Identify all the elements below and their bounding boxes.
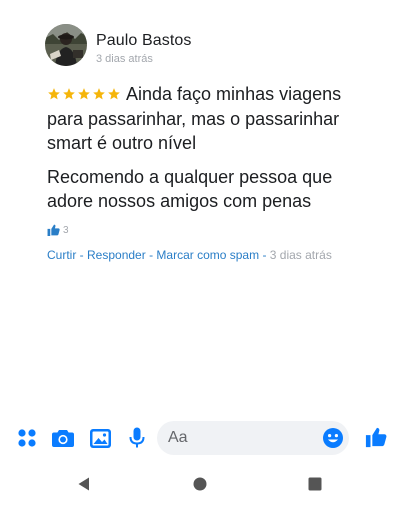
- star-icon: [78, 88, 90, 100]
- gallery-icon[interactable]: [89, 427, 111, 449]
- like-count[interactable]: 3: [47, 224, 69, 236]
- reply-link[interactable]: Responder: [87, 248, 146, 262]
- review-text: Ainda faço minhas viagens para passarinh…: [47, 82, 367, 155]
- review-text-paragraph2: Recomendo a qualquer pessoa que adore no…: [47, 167, 333, 211]
- review-timestamp: 3 dias atrás: [96, 53, 153, 65]
- like-link[interactable]: Curtir: [47, 248, 76, 262]
- back-icon[interactable]: [76, 476, 92, 492]
- star-icon: [93, 88, 105, 100]
- home-icon[interactable]: [192, 476, 208, 492]
- actions-timestamp: 3 dias atrás: [269, 248, 332, 262]
- star-icon: [108, 88, 120, 100]
- system-navbar: [0, 470, 400, 498]
- like-count-value: 3: [63, 224, 69, 236]
- review-actions: Curtir - Responder - Marcar como spam - …: [47, 248, 332, 262]
- author-name[interactable]: Paulo Bastos: [96, 32, 191, 50]
- mark-spam-link[interactable]: Marcar como spam: [156, 248, 259, 262]
- message-input[interactable]: [157, 421, 349, 455]
- separator: -: [76, 248, 88, 262]
- menu-dots-icon[interactable]: [16, 427, 38, 449]
- star-icon: [48, 88, 60, 100]
- star-rating: [47, 83, 122, 107]
- avatar[interactable]: [45, 24, 87, 66]
- emoji-icon[interactable]: [322, 427, 344, 449]
- thumbs-up-icon[interactable]: [364, 425, 388, 449]
- star-icon: [63, 88, 75, 100]
- recents-icon[interactable]: [307, 476, 323, 492]
- message-composer: [0, 419, 400, 457]
- thumbs-up-icon: [47, 224, 60, 236]
- microphone-icon[interactable]: [126, 427, 148, 449]
- separator: -: [259, 248, 270, 262]
- separator: -: [145, 248, 157, 262]
- camera-icon[interactable]: [52, 427, 74, 449]
